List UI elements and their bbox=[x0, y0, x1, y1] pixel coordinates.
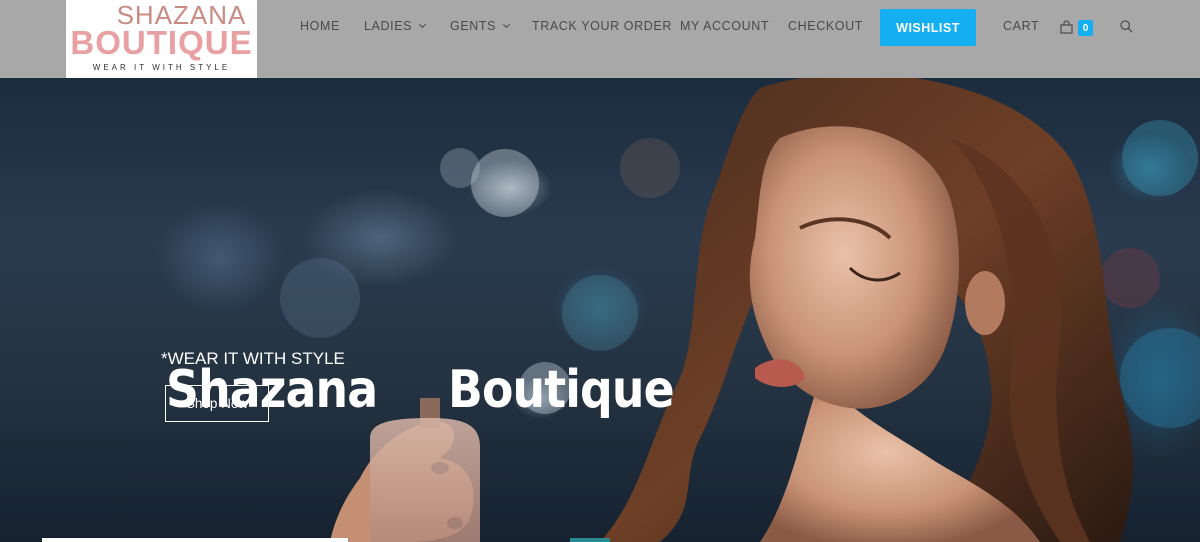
logo-text-main: BOUTIQUE bbox=[70, 24, 253, 61]
nav-checkout[interactable]: CHECKOUT bbox=[788, 19, 863, 33]
hero-subtitle: *WEAR IT WITH STYLE bbox=[161, 349, 345, 368]
wishlist-button[interactable]: WISHLIST bbox=[880, 9, 976, 46]
nav-ladies[interactable]: LADIES bbox=[364, 19, 427, 33]
nav-track-order[interactable]: TRACK YOUR ORDER bbox=[532, 19, 672, 33]
nav-home[interactable]: HOME bbox=[300, 19, 340, 33]
cart-count-badge: 0 bbox=[1078, 20, 1093, 36]
section-divider bbox=[42, 538, 348, 542]
nav-gents-label: GENTS bbox=[450, 19, 497, 33]
chevron-down-icon bbox=[503, 20, 511, 29]
hero-image bbox=[280, 78, 1200, 542]
logo-tagline: WEAR IT WITH STYLE bbox=[92, 63, 231, 72]
nav-gents[interactable]: GENTS bbox=[450, 19, 511, 33]
search-icon[interactable] bbox=[1120, 20, 1133, 33]
nav-ladies-label: LADIES bbox=[364, 19, 413, 33]
hero-banner: Shazana Boutique bbox=[0, 78, 1200, 542]
chevron-down-icon bbox=[419, 20, 427, 29]
section-divider-accent bbox=[570, 538, 610, 542]
logo[interactable]: SHAZANA BOUTIQUE WEAR IT WITH STYLE bbox=[66, 0, 257, 78]
shop-now-button[interactable]: Shop Now bbox=[165, 385, 269, 422]
nav-cart[interactable]: CART bbox=[1003, 19, 1039, 33]
shopping-bag-icon[interactable] bbox=[1060, 20, 1073, 34]
site-header: SHAZANA BOUTIQUE WEAR IT WITH STYLE HOME… bbox=[0, 0, 1200, 78]
nav-my-account[interactable]: MY ACCOUNT bbox=[680, 19, 769, 33]
hero-title-word2: Boutique bbox=[448, 360, 675, 420]
